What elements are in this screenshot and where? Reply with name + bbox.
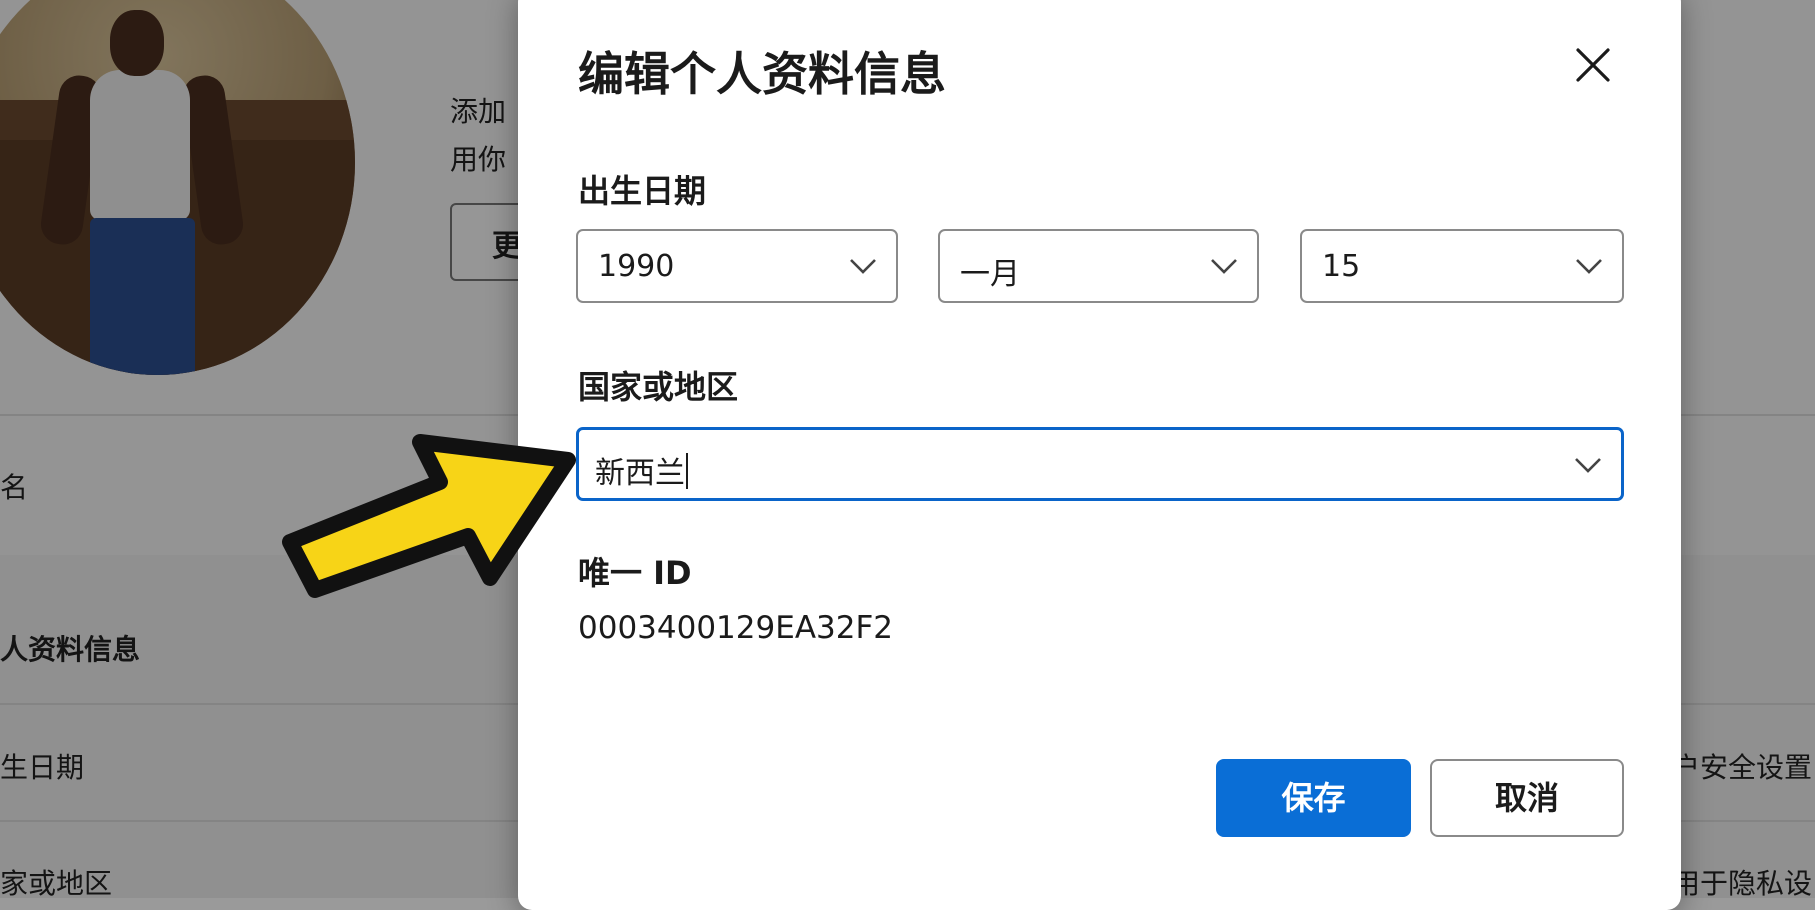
cancel-button[interactable]: 取消	[1430, 759, 1624, 837]
unique-id-value: 0003400129EA32F2	[578, 610, 894, 646]
save-button[interactable]: 保存	[1216, 759, 1411, 837]
close-icon	[1576, 48, 1610, 82]
birth-month-value: 一月	[960, 257, 1020, 292]
chevron-down-icon	[850, 259, 876, 274]
country-value-wrap: 新西兰	[595, 448, 688, 492]
dialog-title: 编辑个人资料信息	[578, 47, 946, 101]
arrow-annotation-icon	[282, 434, 576, 598]
country-select[interactable]: 新西兰	[576, 427, 1624, 501]
birth-day-value: 15	[1322, 249, 1361, 284]
birth-year-value: 1990	[598, 249, 675, 284]
text-caret	[686, 453, 688, 489]
edit-profile-dialog: 编辑个人资料信息 出生日期 1990 一月 15 国家或地区 新西兰 唯一 ID…	[518, 0, 1681, 910]
birth-day-select[interactable]: 15	[1300, 229, 1624, 303]
country-label: 国家或地区	[578, 368, 739, 406]
chevron-down-icon	[1576, 259, 1602, 274]
close-button[interactable]	[1570, 42, 1616, 88]
dob-label: 出生日期	[578, 172, 707, 210]
chevron-down-icon	[1211, 259, 1237, 274]
country-value: 新西兰	[595, 456, 685, 491]
birth-month-select[interactable]: 一月	[938, 229, 1259, 303]
birth-year-select[interactable]: 1990	[576, 229, 898, 303]
chevron-down-icon	[1575, 458, 1601, 473]
